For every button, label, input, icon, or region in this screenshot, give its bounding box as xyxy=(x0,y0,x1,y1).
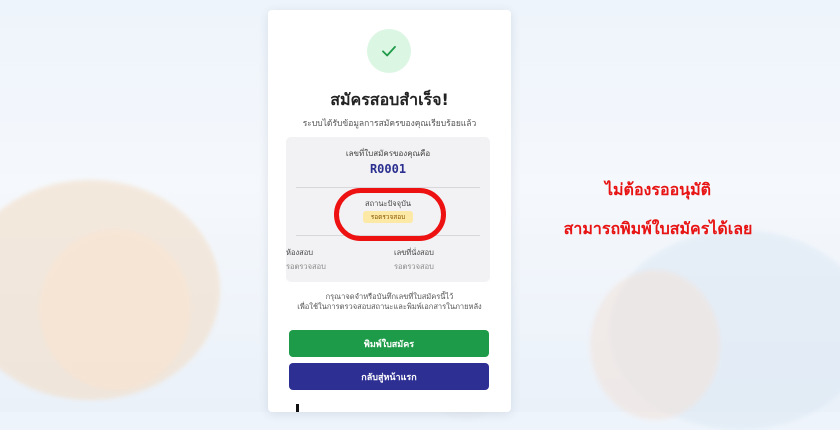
highlight-circle xyxy=(334,188,446,241)
seat-number-value: รอตรวจสอบ xyxy=(394,262,434,271)
application-number-label: เลขที่ใบสมัครของคุณคือ xyxy=(345,149,431,158)
success-badge xyxy=(367,29,411,73)
application-number: R0001 xyxy=(369,162,407,176)
notice-line: เพื่อใช้ในการตรวจสอบสถานะและพิมพ์เอกสารใ… xyxy=(297,302,482,311)
callout-line-1: ไม่ต้องรออนุมัติ xyxy=(604,180,712,199)
notice-line: กรุณาจดจำหรือบันทึกเลขที่ใบสมัครนี้ไว้ xyxy=(325,292,454,301)
bg-shape xyxy=(40,230,190,390)
text-cursor xyxy=(296,404,299,412)
callout-line-2: สามารถพิมพ์ใบสมัครได้เลย xyxy=(563,219,753,238)
exam-room-label: ห้องสอบ xyxy=(286,248,313,257)
check-icon xyxy=(382,45,396,57)
save-number-notice: กรุณาจดจำหรือบันทึกเลขที่ใบสมัครนี้ไว้ เ… xyxy=(268,292,511,312)
exam-room-value: รอตรวจสอบ xyxy=(286,262,326,271)
page-title: สมัครสอบสำเร็จ! xyxy=(330,90,449,109)
seat-number-label: เลขที่นั่งสอบ xyxy=(394,248,434,257)
back-to-home-button[interactable]: กลับสู่หน้าแรก xyxy=(289,363,489,390)
page-subtitle: ระบบได้รับข้อมูลการสมัครของคุณเรียบร้อยแ… xyxy=(302,119,477,129)
print-application-button[interactable]: พิมพ์ใบสมัคร xyxy=(289,330,489,357)
success-card: สมัครสอบสำเร็จ! ระบบได้รับข้อมูลการสมัคร… xyxy=(268,10,511,412)
bg-shape xyxy=(590,270,720,420)
